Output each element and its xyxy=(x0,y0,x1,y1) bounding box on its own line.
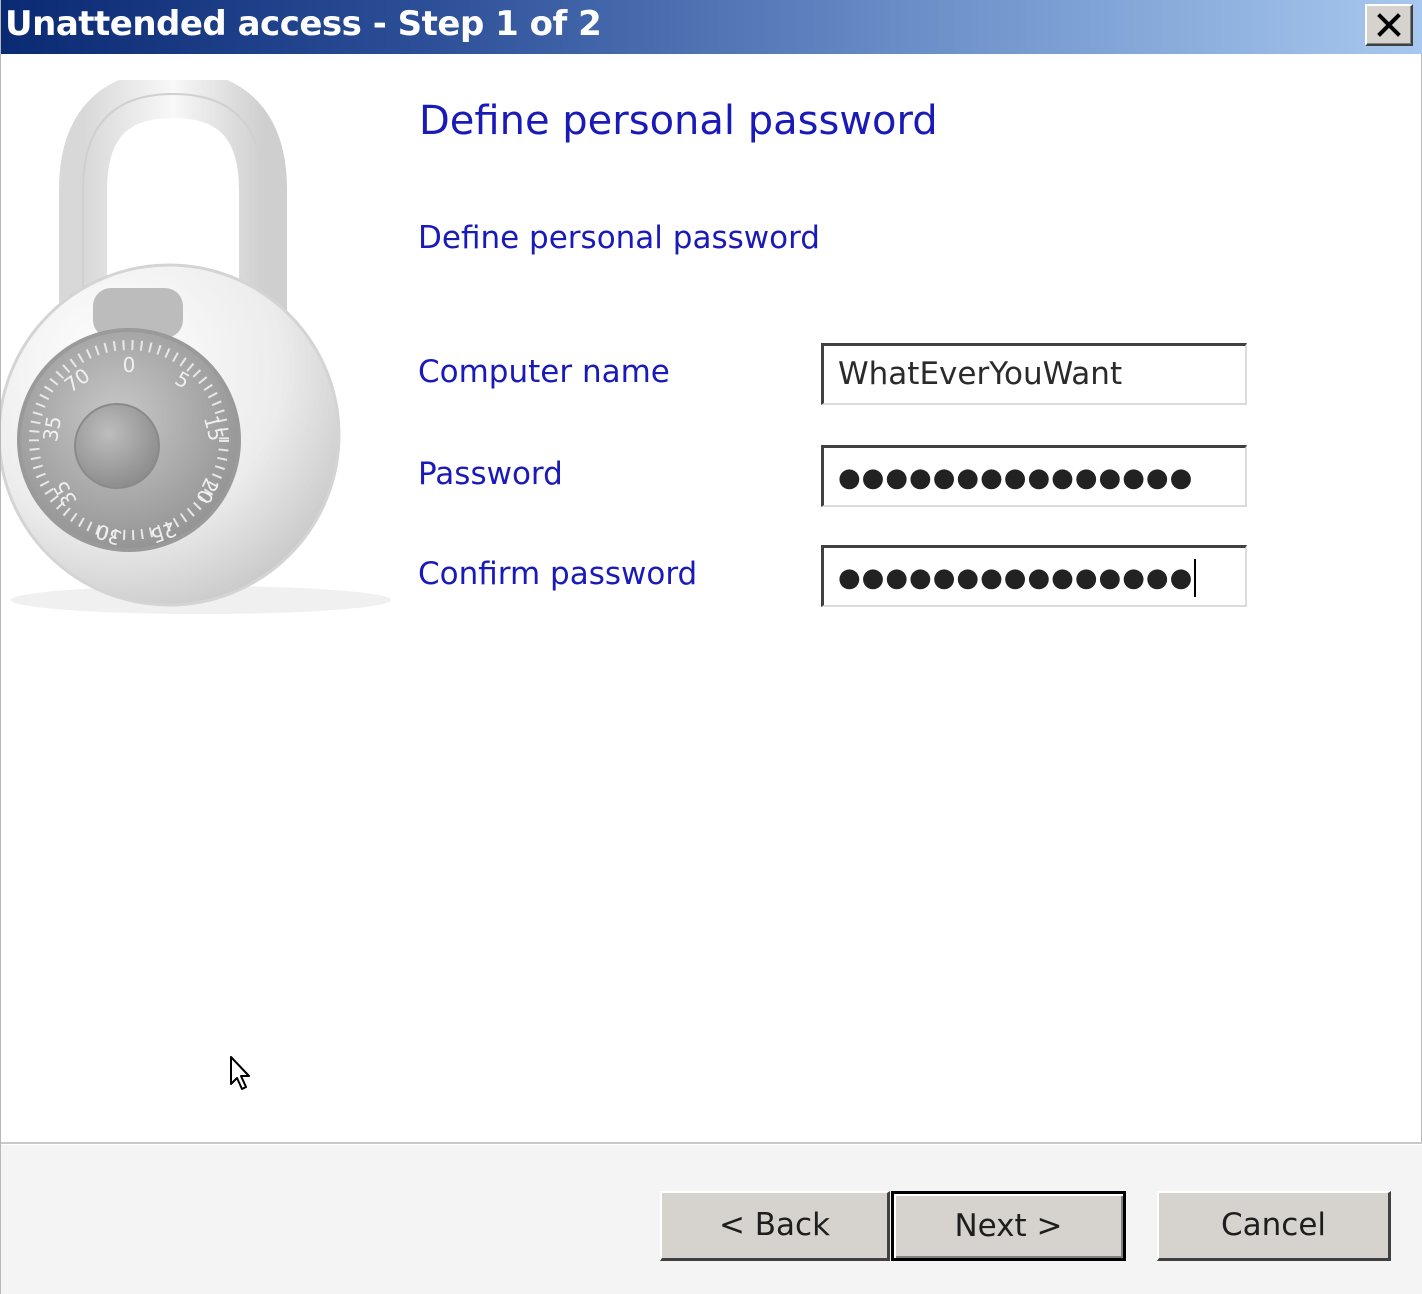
padlock-icon: 0 5 15 20 25 30 35 35 70 xyxy=(1,80,391,614)
window-title: Unattended access - Step 1 of 2 xyxy=(5,4,602,44)
password-masked-value: ●●●●●●●●●●●●●●● xyxy=(838,463,1194,493)
close-button[interactable] xyxy=(1365,4,1413,46)
mouse-pointer-icon xyxy=(230,1056,250,1090)
computer-name-value: WhatEverYouWant xyxy=(838,356,1123,392)
close-icon xyxy=(1377,13,1401,37)
back-button[interactable]: < Back xyxy=(660,1191,890,1261)
computer-name-label: Computer name xyxy=(418,354,670,390)
text-caret xyxy=(1194,558,1197,597)
password-input[interactable]: ●●●●●●●●●●●●●●● xyxy=(821,445,1247,507)
confirm-password-input[interactable]: ●●●●●●●●●●●●●●● xyxy=(821,545,1247,607)
confirm-password-masked-value: ●●●●●●●●●●●●●●● xyxy=(838,563,1194,593)
page-subheading: Define personal password xyxy=(418,220,820,256)
title-bar[interactable]: Unattended access - Step 1 of 2 xyxy=(1,0,1422,54)
password-label: Password xyxy=(418,456,563,492)
svg-text:0: 0 xyxy=(123,353,136,377)
svg-text:35: 35 xyxy=(38,414,66,443)
computer-name-input[interactable]: WhatEverYouWant xyxy=(821,343,1247,405)
next-button[interactable]: Next > xyxy=(891,1191,1126,1261)
confirm-password-label: Confirm password xyxy=(418,556,698,592)
cancel-button[interactable]: Cancel xyxy=(1157,1191,1391,1261)
page-heading: Define personal password xyxy=(419,98,938,144)
wizard-window: Unattended access - Step 1 of 2 0 5 15 2… xyxy=(0,0,1422,1294)
